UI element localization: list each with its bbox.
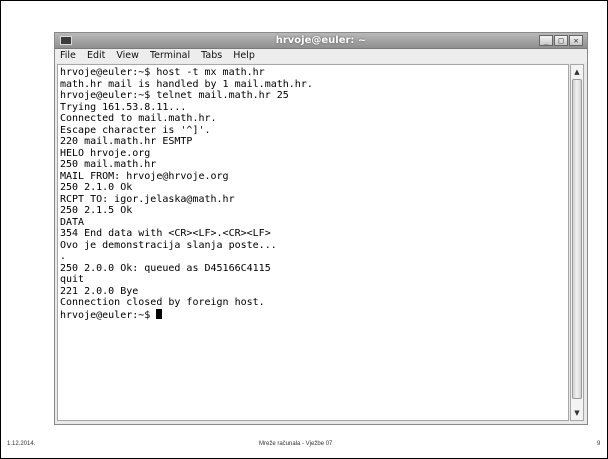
terminal-line: 220 mail.math.hr ESMTP	[60, 136, 193, 147]
menu-help[interactable]: Help	[233, 50, 255, 61]
terminal-line: Connection closed by foreign host.	[60, 297, 265, 308]
text-cursor	[156, 308, 163, 319]
terminal-line: DATA	[60, 216, 85, 228]
terminal-line: hrvoje@euler:~$ telnet mail.math.hr 25	[60, 90, 289, 101]
terminal-line: quit	[60, 274, 85, 285]
terminal-line: HELO hrvoje.org	[60, 147, 151, 159]
terminal-line: Escape character is '^]'.	[60, 124, 211, 136]
terminal-line: 250 2.1.0 Ok	[60, 182, 133, 193]
footer-title: Mreže računala - Vježbe 07	[259, 441, 333, 447]
vertical-scrollbar[interactable]: ▲ ▼	[570, 64, 584, 421]
terminal-line: 354 End data with <CR><LF>.<CR><LF>	[60, 228, 271, 239]
title-bar[interactable]: hrvoje@euler: ~ _ □ ✕	[55, 33, 587, 49]
footer-page-number: 9	[597, 441, 601, 447]
terminal-line: 221 2.0.0 Bye	[60, 285, 139, 297]
scrollbar-thumb[interactable]	[572, 79, 582, 399]
menu-bar: File Edit View Terminal Tabs Help	[55, 49, 587, 63]
terminal-line: .	[60, 251, 67, 262]
menu-tabs[interactable]: Tabs	[201, 50, 222, 61]
maximize-button[interactable]: □	[554, 35, 568, 46]
terminal-prompt: hrvoje@euler:~$	[60, 309, 157, 321]
terminal-line: Connected to mail.math.hr.	[60, 113, 217, 124]
slide: hrvoje@euler: ~ _ □ ✕ File Edit View Ter…	[0, 0, 608, 459]
close-button[interactable]: ✕	[569, 35, 583, 46]
terminal-line: 250 2.1.5 Ok	[60, 205, 133, 216]
minimize-button[interactable]: _	[539, 35, 553, 46]
terminal-prompt-line: hrvoje@euler:~$	[60, 308, 568, 322]
terminal-line: RCPT TO: igor.jelaska@math.hr	[60, 193, 235, 205]
menu-terminal[interactable]: Terminal	[150, 50, 190, 61]
terminal-line: MAIL FROM: hrvoje@hrvoje.org	[60, 170, 229, 182]
footer-date: 1.12.2014.	[7, 441, 36, 447]
menu-edit[interactable]: Edit	[87, 50, 105, 61]
terminal-line: Trying 161.53.8.11...	[60, 101, 187, 113]
terminal-line: Ovo je demonstracija slanja poste...	[60, 239, 277, 251]
window-title: hrvoje@euler: ~	[275, 35, 367, 46]
terminal-output[interactable]: hrvoje@euler:~$ host -t mx math.hr math.h…	[57, 64, 569, 421]
menu-view[interactable]: View	[116, 50, 139, 61]
terminal-line: hrvoje@euler:~$ host -t mx math.hr	[60, 67, 265, 78]
terminal-line: math.hr mail is handled by 1 mail.math.h…	[60, 78, 313, 90]
terminal-line: 250 2.0.0 Ok: queued as D45166C4115	[60, 262, 271, 274]
scroll-down-arrow-icon[interactable]: ▼	[572, 408, 582, 418]
scroll-up-arrow-icon[interactable]: ▲	[572, 67, 582, 77]
terminal-window: hrvoje@euler: ~ _ □ ✕ File Edit View Ter…	[54, 32, 588, 425]
menu-file[interactable]: File	[60, 50, 76, 61]
terminal-line: 250 mail.math.hr	[60, 159, 157, 170]
